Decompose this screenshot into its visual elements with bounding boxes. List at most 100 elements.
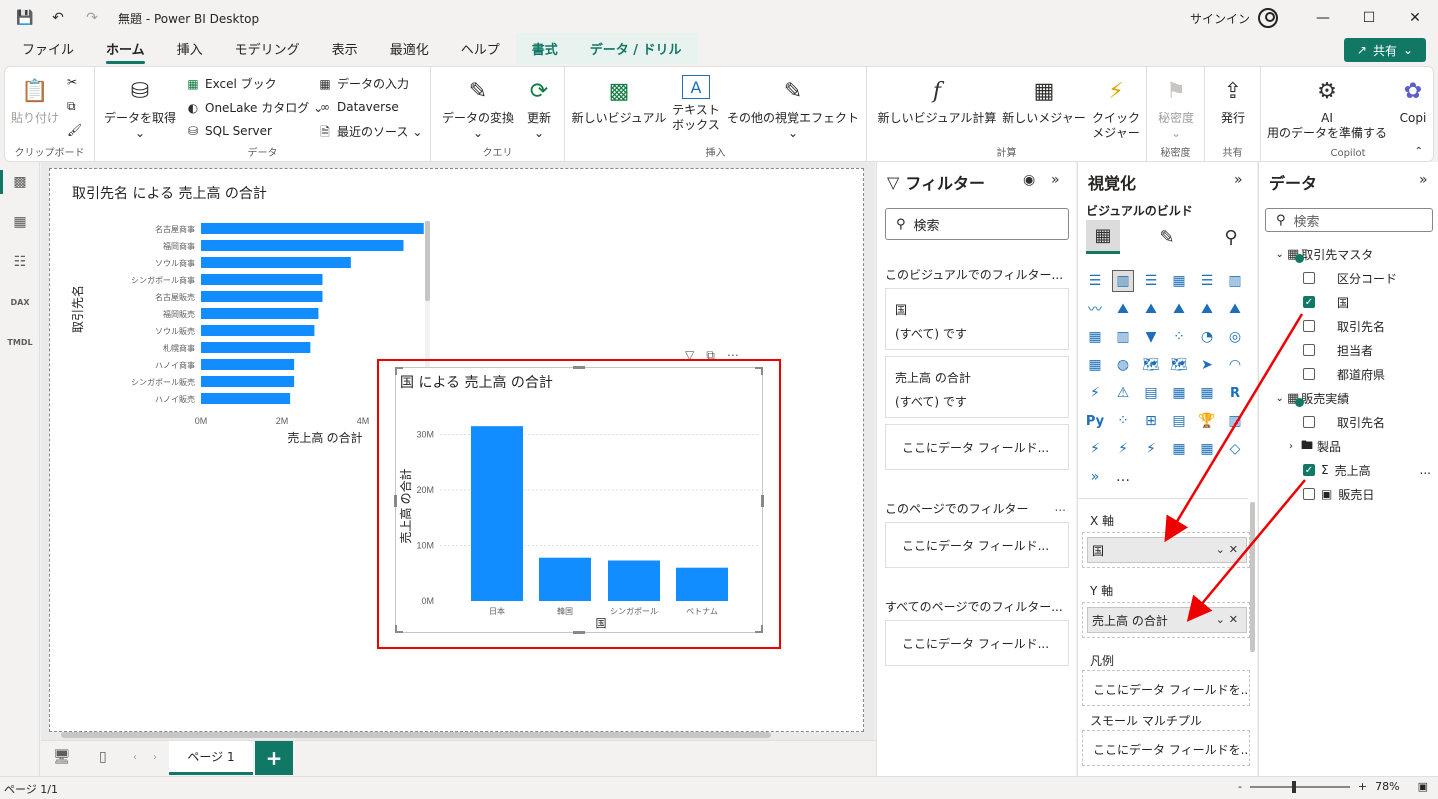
zoom-slider[interactable]: [1249, 780, 1350, 793]
signin-link[interactable]: サインイン: [1190, 10, 1250, 27]
zoom-in-button[interactable]: +: [1358, 780, 1367, 793]
new-measure-button[interactable]: ▦ 新しいメジャー: [999, 75, 1089, 126]
tab-view[interactable]: 表示: [316, 39, 374, 64]
maximize-button[interactable]: ☐: [1346, 0, 1392, 36]
mobile-layout-icon[interactable]: ▯: [99, 749, 107, 765]
visual-type-icon[interactable]: ⊞: [1140, 410, 1162, 432]
visual-type-icon[interactable]: ▤: [1140, 382, 1162, 404]
excel-button[interactable]: ▦ Excel ブック: [185, 75, 276, 92]
visual-type-icon[interactable]: ⛰: [1196, 298, 1218, 320]
visual-type-icon[interactable]: ⁘: [1168, 326, 1190, 348]
table-sales[interactable]: ⌄ ▦ 販売実績: [1259, 386, 1438, 410]
undo-icon[interactable]: ↶: [50, 10, 66, 26]
ai-prep-button[interactable]: ⚙ AI 用のデータを準備する: [1265, 75, 1389, 141]
sensitivity-button[interactable]: ⚑ 秘密度 ⌄: [1151, 75, 1201, 141]
visual-type-icon[interactable]: ▥: [1112, 270, 1134, 292]
field-row[interactable]: 担当者: [1259, 338, 1438, 362]
filter-search[interactable]: ⚲ 検索: [885, 208, 1069, 240]
field-row[interactable]: 区分コード: [1259, 266, 1438, 290]
visual-type-icon[interactable]: ⚡: [1084, 438, 1106, 460]
tab-modeling[interactable]: モデリング: [219, 39, 316, 64]
visual-type-icon[interactable]: ▦: [1168, 382, 1190, 404]
format-visual-icon[interactable]: ✎: [1150, 220, 1184, 254]
chevron-right-icon[interactable]: ›: [153, 752, 157, 763]
redo-icon[interactable]: ↷: [84, 10, 100, 26]
visual-type-icon[interactable]: ▥: [1224, 270, 1246, 292]
model-view-icon[interactable]: ☷: [0, 242, 40, 282]
field-controls-icon[interactable]: ⌄✕: [1216, 543, 1242, 556]
filter-card-sales[interactable]: 売上高 の合計 (すべて) です: [885, 356, 1069, 418]
visual-type-icon[interactable]: ⛰: [1112, 298, 1134, 320]
cut-icon[interactable]: ✂: [67, 75, 77, 89]
filter-drop-visual[interactable]: ここにデータ フィールド...: [885, 424, 1069, 470]
visual-type-icon[interactable]: ⛰: [1224, 298, 1246, 320]
bar-chart-customers[interactable]: 取引先名 による 売上高 の合計 名古屋商事 福岡商事 ソウル商事 シンガポール商事名…: [70, 179, 430, 449]
tmdl-view-icon[interactable]: TMDL: [0, 322, 40, 362]
data-search[interactable]: ⚲ 検索: [1265, 208, 1433, 232]
visual-type-icon[interactable]: 🗺: [1168, 354, 1190, 376]
table-view-icon[interactable]: ▦: [0, 202, 40, 242]
textbox-button[interactable]: A テキスト ボックス: [669, 75, 723, 133]
x-axis-field[interactable]: 国 ⌄✕: [1087, 537, 1247, 563]
visual-type-icon[interactable]: ▥: [1224, 410, 1246, 432]
chevron-left-icon[interactable]: ‹: [133, 752, 137, 763]
new-visual-button[interactable]: ▩ 新しいビジュアル: [571, 75, 667, 126]
sql-server-button[interactable]: ⛁ SQL Server: [185, 123, 272, 139]
visual-type-icon[interactable]: ◍: [1112, 354, 1134, 376]
y-axis-field[interactable]: 売上高 の合計 ⌄✕: [1087, 607, 1247, 633]
more-visuals-button[interactable]: ✎ その他の視覚エフェクト ⌄: [725, 75, 861, 141]
checkbox[interactable]: [1303, 488, 1315, 500]
checkbox-checked[interactable]: ✓: [1303, 464, 1315, 476]
visual-type-icon[interactable]: 🏆: [1196, 410, 1218, 432]
filter-drop-all[interactable]: ここにデータ フィールド...: [885, 620, 1069, 666]
close-button[interactable]: ✕: [1392, 0, 1438, 36]
fit-to-page-icon[interactable]: ▣: [1418, 780, 1428, 793]
tab-data-drill[interactable]: データ / ドリル: [573, 33, 698, 64]
x-axis-well[interactable]: 国 ⌄✕: [1082, 532, 1250, 568]
visual-type-icon[interactable]: ☰: [1196, 270, 1218, 292]
visual-type-icon[interactable]: ⚠: [1112, 382, 1134, 404]
new-visual-calc-button[interactable]: f 新しいビジュアル計算: [875, 75, 999, 126]
analytics-icon[interactable]: ⚲: [1214, 220, 1248, 254]
checkbox-checked[interactable]: ✓: [1303, 296, 1315, 308]
visual-type-icon[interactable]: »: [1084, 466, 1106, 488]
report-view-icon[interactable]: ▩: [0, 162, 40, 202]
checkbox[interactable]: [1303, 272, 1315, 284]
more-options-icon[interactable]: ...: [1420, 463, 1431, 477]
y-axis-well[interactable]: 売上高 の合計 ⌄✕: [1082, 602, 1250, 638]
visual-type-icon[interactable]: ▦: [1084, 354, 1106, 376]
tab-file[interactable]: ファイル: [0, 39, 90, 64]
copilot-button[interactable]: ✿ Copi: [1395, 75, 1431, 126]
checkbox[interactable]: [1303, 368, 1315, 380]
build-visual-icon[interactable]: ▦: [1086, 220, 1120, 254]
dataverse-button[interactable]: ∞ Dataverse: [317, 99, 399, 115]
visual-type-icon[interactable]: ▦: [1168, 270, 1190, 292]
tab-optimize[interactable]: 最適化: [374, 39, 445, 64]
visual-type-icon[interactable]: ⛰: [1140, 298, 1162, 320]
recent-sources-button[interactable]: 🗎 最近のソース ⌄: [317, 123, 422, 140]
filter-drop-page[interactable]: ここにデータ フィールド...: [885, 522, 1069, 568]
collapse-pane-icon[interactable]: »: [1419, 172, 1428, 188]
visual-type-icon[interactable]: ➤: [1196, 354, 1218, 376]
dax-view-icon[interactable]: DAX: [0, 282, 40, 322]
share-button[interactable]: ↗ 共有 ⌄: [1344, 38, 1426, 62]
field-row[interactable]: ✓ Σ 売上高 ...: [1259, 458, 1438, 482]
small-multiples-well[interactable]: ここにデータ フィールドを...: [1082, 730, 1250, 766]
legend-well[interactable]: ここにデータ フィールドを...: [1082, 670, 1250, 706]
more-options-icon[interactable]: ...: [1055, 500, 1066, 514]
save-icon[interactable]: 💾: [16, 10, 33, 26]
visual-type-icon[interactable]: 🗺: [1140, 354, 1162, 376]
collapse-ribbon-icon[interactable]: ⌃: [1415, 146, 1423, 157]
visual-type-icon[interactable]: ⛰: [1168, 298, 1190, 320]
get-data-button[interactable]: ⛁ データを取得 ⌄: [103, 75, 177, 141]
visual-type-icon[interactable]: ⚡: [1112, 438, 1134, 460]
table-customer-master[interactable]: ⌄ ▦ 取引先マスタ: [1259, 242, 1438, 266]
field-row-folder[interactable]: › 🖿 製品: [1259, 434, 1438, 458]
page-tab-1[interactable]: ページ 1: [169, 741, 253, 775]
field-row[interactable]: 取引先名: [1259, 410, 1438, 434]
visual-type-icon[interactable]: ▤: [1168, 410, 1190, 432]
field-row[interactable]: 取引先名: [1259, 314, 1438, 338]
visual-type-icon[interactable]: ◇: [1224, 438, 1246, 460]
visual-type-icon[interactable]: ☰: [1084, 270, 1106, 292]
refresh-button[interactable]: ⟳ 更新 ⌄: [519, 75, 559, 141]
